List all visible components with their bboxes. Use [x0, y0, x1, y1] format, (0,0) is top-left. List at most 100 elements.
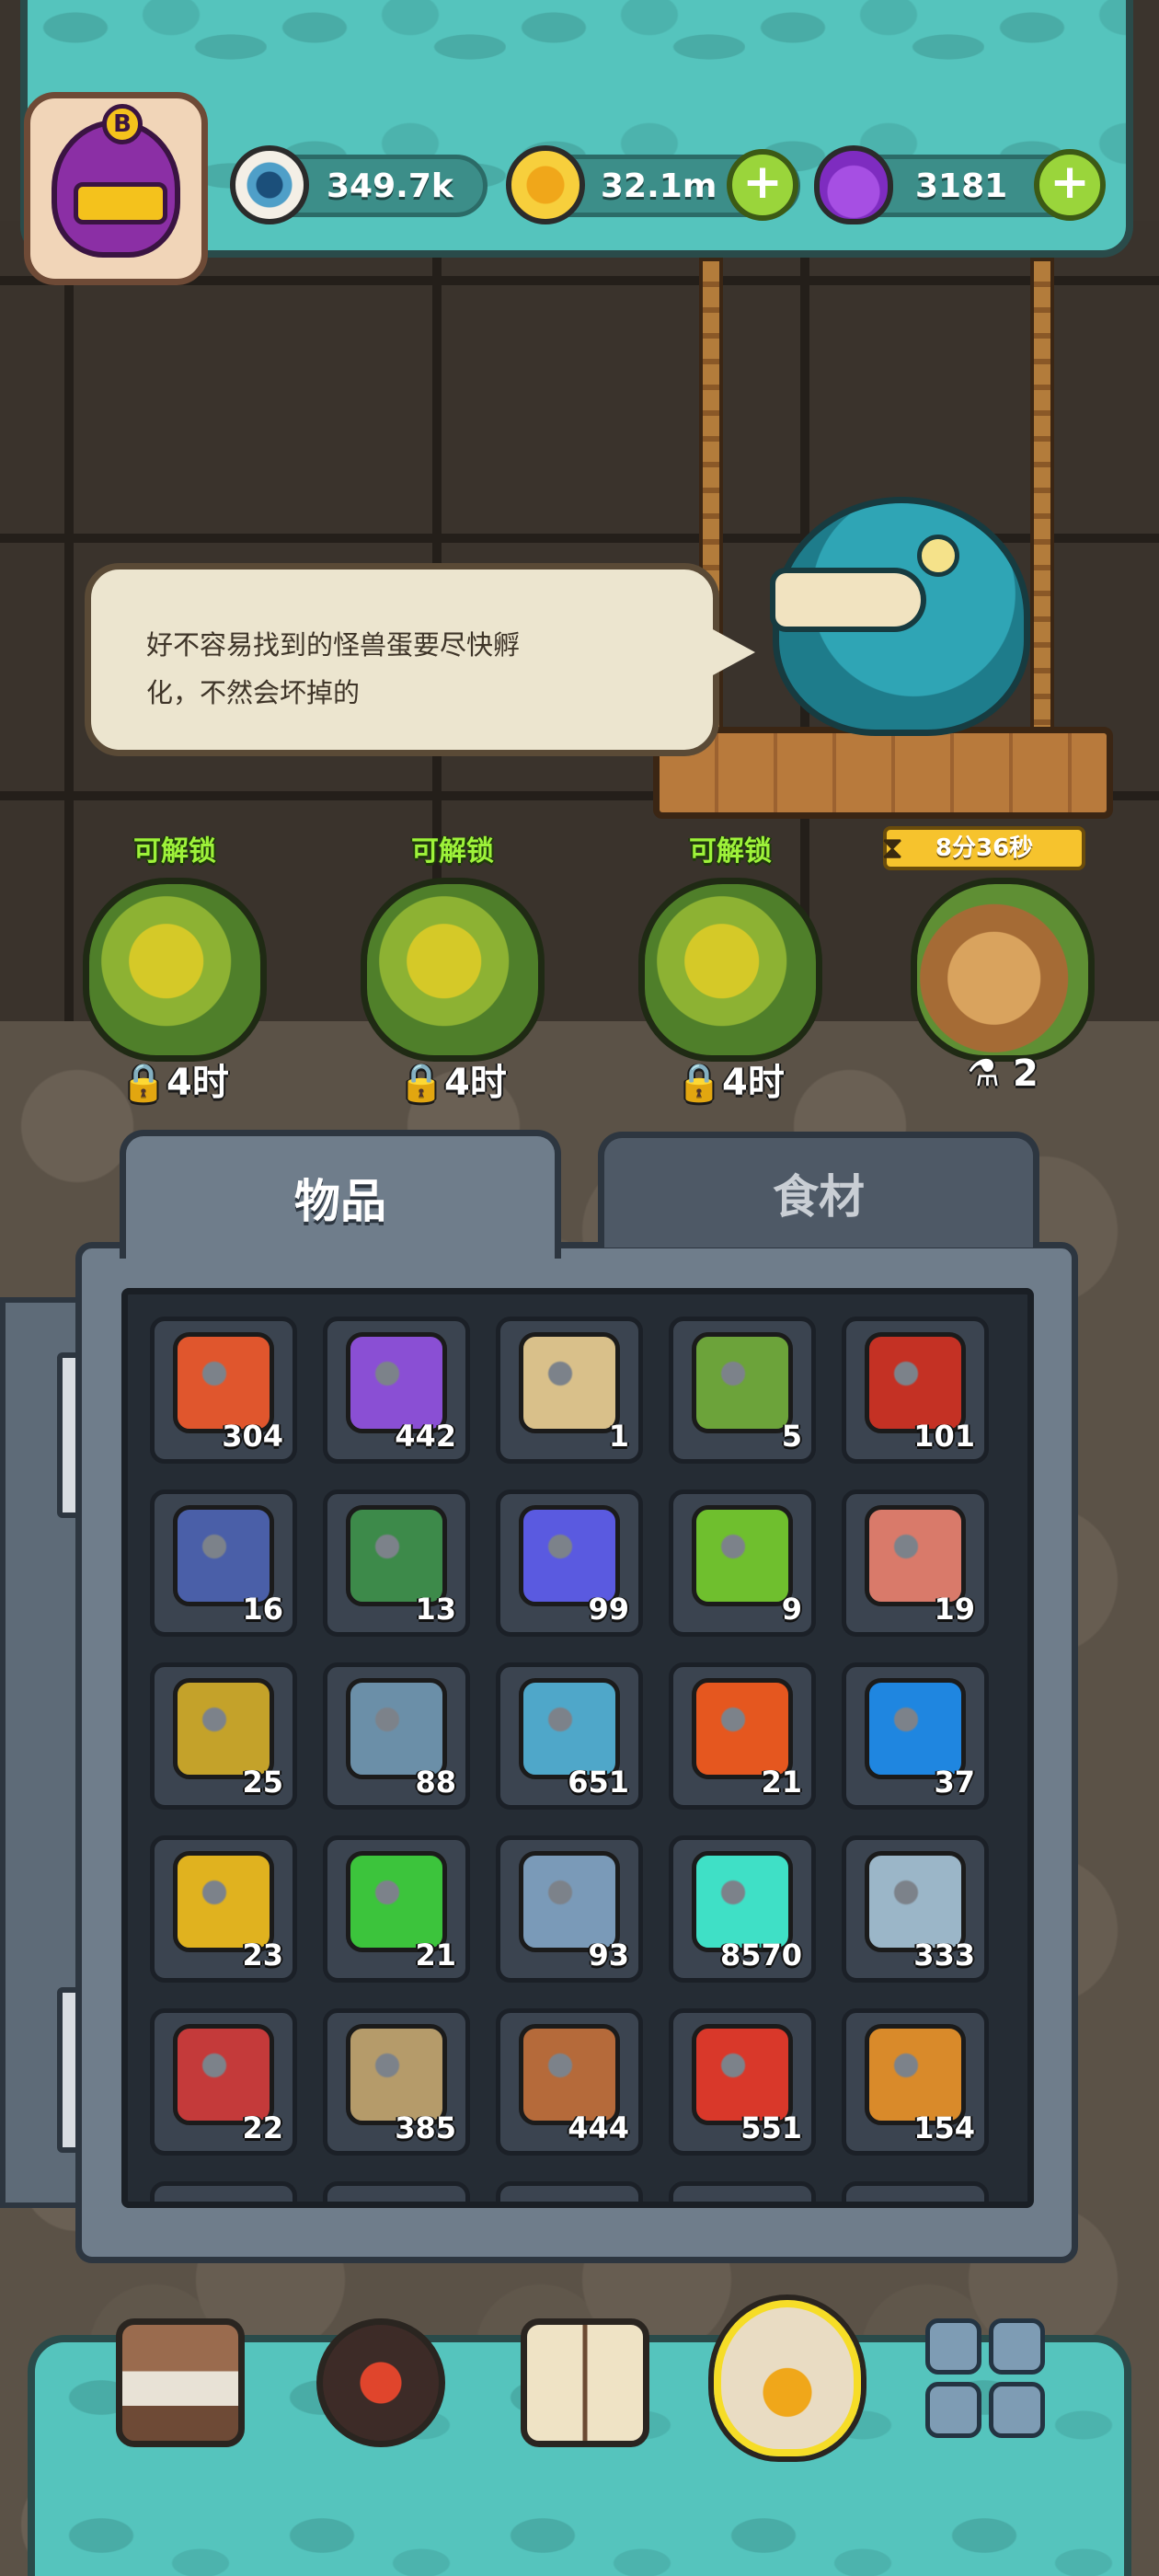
monster-lair-icon[interactable]	[316, 2318, 445, 2447]
potion-count-value: 3181	[915, 167, 1008, 205]
recipe-book-icon[interactable]	[521, 2318, 649, 2447]
add-potions-button[interactable]: +	[1034, 149, 1106, 221]
item-quantity: 25	[242, 1765, 283, 1800]
egg-potion-cost-value: 2	[1012, 1052, 1039, 1095]
egg-status-label: 可解锁	[689, 835, 772, 868]
inventory-slot-partial[interactable]	[150, 2181, 297, 2202]
player-avatar[interactable]: B	[24, 92, 208, 285]
egg-slot-2[interactable]: 可解锁 🔒4时	[333, 828, 572, 1122]
grid-tile	[925, 2382, 981, 2438]
inventory-slot[interactable]: 333	[842, 1835, 989, 1983]
coin-icon	[506, 145, 585, 224]
item-quantity: 99	[588, 1592, 629, 1627]
eyeball-icon	[230, 145, 309, 224]
inventory-grid: 304 442 1 5 101 16 13 99 9 19 25 88 651 21 37 23 21 93 857…	[121, 1288, 1034, 2208]
inventory-slot[interactable]: 385	[323, 2008, 470, 2156]
egg-status-label: 可解锁	[133, 835, 216, 868]
coin-count-value: 32.1m	[601, 167, 717, 205]
inventory-slot[interactable]: 651	[496, 1662, 643, 1810]
anglerfish-npc-icon[interactable]	[770, 497, 1030, 736]
parchment-icon	[519, 1332, 620, 1433]
hatch-timer-badge: 8分36秒	[883, 826, 1085, 870]
tab-items[interactable]: 物品	[120, 1130, 561, 1259]
egg-hatch-time: 🔒4时	[120, 1062, 229, 1104]
item-quantity: 1	[608, 1419, 629, 1454]
inventory-slot[interactable]: 88	[323, 1662, 470, 1810]
egg-slot-3[interactable]: 可解锁 🔒4时	[611, 828, 850, 1122]
inventory-slot[interactable]: 16	[150, 1489, 297, 1637]
inventory-slot[interactable]: 9	[669, 1489, 816, 1637]
dialog-line-1: 好不容易找到的怪兽蛋要尽快孵	[146, 629, 521, 661]
item-quantity: 154	[913, 2110, 975, 2145]
item-quantity: 93	[588, 1938, 629, 1972]
inventory-slot[interactable]: 8570	[669, 1835, 816, 1983]
inventory-slot[interactable]: 37	[842, 1662, 989, 1810]
item-quantity: 5	[781, 1419, 802, 1454]
item-quantity: 22	[242, 2110, 283, 2145]
inventory-slot[interactable]: 19	[842, 1489, 989, 1637]
green-ore-icon	[692, 1505, 793, 1606]
tab-ingredients[interactable]: 食材	[598, 1132, 1039, 1248]
item-quantity: 21	[415, 1938, 456, 1972]
inventory-slot[interactable]: 93	[496, 1835, 643, 1983]
grid-tile	[925, 2318, 981, 2375]
add-coins-button[interactable]: +	[727, 149, 798, 221]
item-quantity: 444	[568, 2110, 629, 2145]
egg-hatch-time-value: 4时	[443, 1062, 507, 1104]
potion-icon	[814, 145, 893, 224]
inventory-slot[interactable]: 551	[669, 2008, 816, 2156]
inventory-slot-partial[interactable]	[323, 2181, 470, 2202]
hourglass-icon: ⧗	[881, 830, 903, 867]
egg-hatch-time-value: 4时	[166, 1062, 229, 1104]
inventory-slot[interactable]: 13	[323, 1489, 470, 1637]
inventory-slot[interactable]: 99	[496, 1489, 643, 1637]
eye-count-value: 349.7k	[327, 167, 453, 205]
inventory-slot[interactable]: 442	[323, 1317, 470, 1464]
rank-badge: B	[102, 104, 143, 144]
item-quantity: 8570	[719, 1938, 802, 1972]
item-quantity: 37	[934, 1765, 975, 1800]
egg-hatch-time: 🔒4时	[676, 1062, 785, 1104]
item-quantity: 442	[395, 1419, 456, 1454]
inventory-slot[interactable]: 154	[842, 2008, 989, 2156]
inventory-slot[interactable]: 101	[842, 1317, 989, 1464]
egg-slot-4[interactable]: ⚗ 2	[883, 828, 1122, 1122]
npc-mouth	[770, 568, 926, 632]
item-quantity: 551	[740, 2110, 802, 2145]
item-quantity: 385	[395, 2110, 456, 2145]
npc-speech-bubble: 好不容易找到的怪兽蛋要尽快孵 化，不然会坏掉的	[85, 563, 755, 756]
coin-bag-icon[interactable]	[714, 2300, 861, 2456]
inventory-slot[interactable]: 1	[496, 1317, 643, 1464]
inventory-slot[interactable]: 25	[150, 1662, 297, 1810]
plant-egg-icon	[83, 878, 267, 1062]
egg-potion-cost: ⚗ 2	[967, 1052, 1039, 1095]
inventory-slot[interactable]: 5	[669, 1317, 816, 1464]
item-quantity: 13	[415, 1592, 456, 1627]
npc-eye	[917, 535, 959, 577]
inventory-slot[interactable]: 23	[150, 1835, 297, 1983]
brown-egg-icon	[911, 878, 1095, 1062]
egg-hatch-time-value: 4时	[721, 1062, 785, 1104]
inventory-slot[interactable]: 22	[150, 2008, 297, 2156]
egg-slot-1[interactable]: 可解锁 🔒4时	[55, 828, 294, 1122]
inventory-slot[interactable]: 444	[496, 2008, 643, 2156]
inventory-slot-partial[interactable]	[842, 2181, 989, 2202]
menu-grid-icon[interactable]	[925, 2318, 1045, 2438]
item-quantity: 19	[934, 1592, 975, 1627]
inventory-slot[interactable]: 21	[669, 1662, 816, 1810]
plant-egg-icon	[638, 878, 822, 1062]
inventory-slot[interactable]: 304	[150, 1317, 297, 1464]
dialog-line-2: 化，不然会坏掉的	[146, 677, 361, 708]
inventory-slot-partial[interactable]	[496, 2181, 643, 2202]
item-quantity: 16	[242, 1592, 283, 1627]
item-quantity: 9	[781, 1592, 802, 1627]
item-quantity: 101	[913, 1419, 975, 1454]
video-ticket-icon	[692, 1332, 793, 1433]
plant-egg-icon	[361, 878, 545, 1062]
wooden-swing	[653, 727, 1113, 819]
shop-building-icon[interactable]	[116, 2318, 245, 2447]
swing-rope-right	[1030, 258, 1054, 754]
inventory-slot-partial[interactable]	[669, 2181, 816, 2202]
item-quantity: 651	[568, 1765, 629, 1800]
inventory-slot[interactable]: 21	[323, 1835, 470, 1983]
